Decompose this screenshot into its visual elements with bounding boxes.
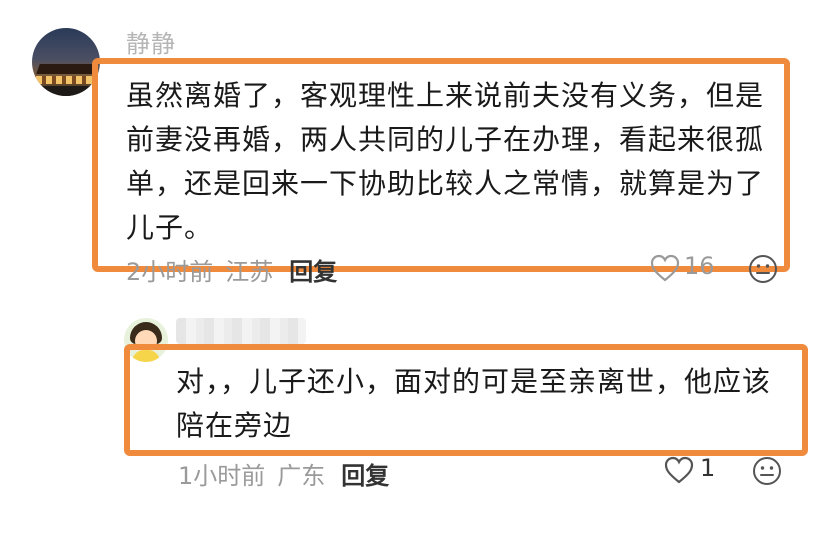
heart-icon[interactable] <box>664 456 694 484</box>
reply-button[interactable]: 回复 <box>341 462 389 490</box>
comment-time: 1小时前 <box>178 462 266 490</box>
reply-button[interactable]: 回复 <box>289 258 337 286</box>
emoji-reaction-icon[interactable] <box>752 456 782 486</box>
comment-location: 广东 <box>277 462 326 490</box>
comment-username-blurred[interactable] <box>176 318 306 344</box>
like-count: 1 <box>700 454 716 482</box>
emoji-reaction-icon[interactable] <box>748 254 778 284</box>
comment-location: 江苏 <box>225 258 274 286</box>
comment-username[interactable]: 静静 <box>126 24 176 59</box>
comment-text: 对，，儿子还小，面对的可是至亲离世，他应该陪在旁边 <box>176 365 772 442</box>
comment-meta: 1小时前 广东 回复 <box>178 456 389 491</box>
comment-meta: 2小时前 江苏 回复 <box>126 252 337 287</box>
comment-time: 2小时前 <box>126 258 214 286</box>
heart-icon[interactable] <box>650 254 680 282</box>
comment-text: 虽然离婚了，客观理性上来说前夫没有义务，但是前妻没再婚，两人共同的儿子在办理，看… <box>126 79 765 244</box>
like-count: 16 <box>684 252 715 280</box>
avatar[interactable] <box>32 28 100 96</box>
